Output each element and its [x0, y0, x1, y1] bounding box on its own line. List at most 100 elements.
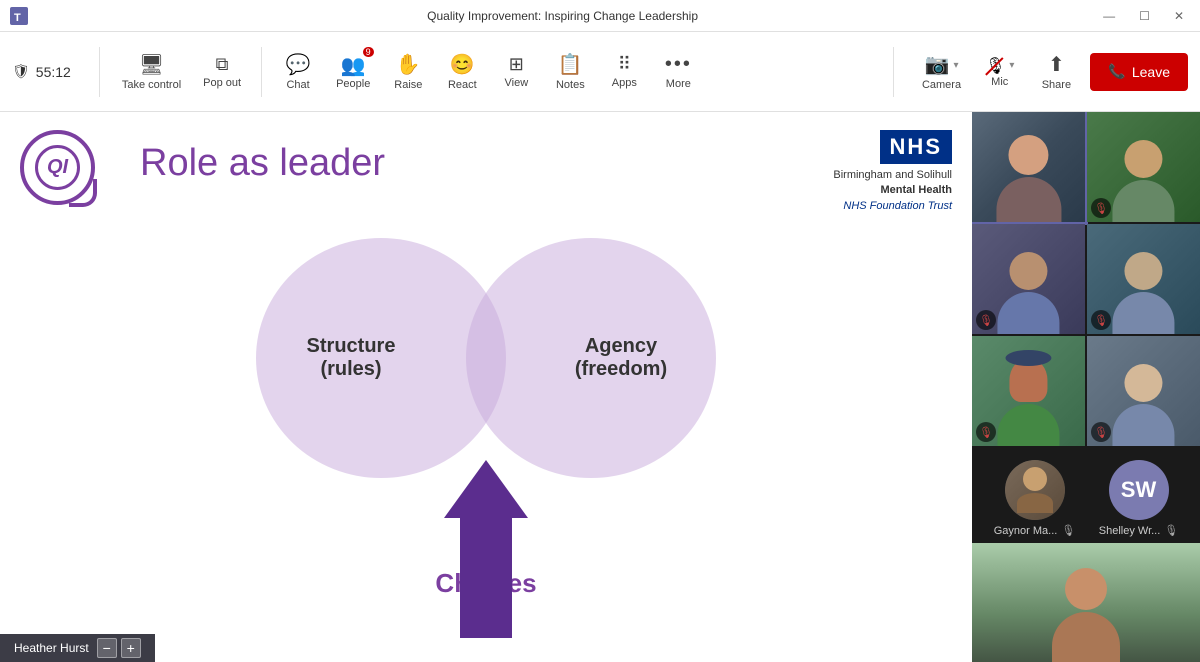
person-silhouette-5 — [989, 353, 1068, 447]
chat-icon: 💬 — [286, 52, 311, 77]
camera-icon: 📷 — [925, 52, 950, 77]
apps-button[interactable]: ⠿ Apps — [598, 48, 650, 95]
bottom-video-tile — [972, 543, 1200, 662]
phone-icon: 📞 — [1108, 63, 1125, 80]
people-icon: 👥 — [341, 55, 366, 77]
video-tile-5: 🎙 — [972, 336, 1085, 446]
person-head-5 — [1010, 358, 1048, 402]
view-button[interactable]: ⊞ View — [490, 48, 542, 95]
notes-button[interactable]: 📋 Notes — [544, 46, 596, 97]
slide-content: QI Role as leader NHS Birmingham and Sol… — [0, 112, 972, 662]
avatar-name-1: Gaynor Ma... — [994, 525, 1058, 537]
svg-text:T: T — [14, 12, 21, 24]
raise-button[interactable]: ✋ Raise — [382, 46, 434, 97]
toolbar: 🛡 55:12 Take control ⧉ Pop out 💬 Chat 👥 … — [0, 32, 1200, 112]
arrow-shaft — [460, 518, 512, 638]
avatar-name-row-1: Gaynor Ma... 🎙 — [994, 524, 1076, 537]
mic-off-badge-6: 🎙 — [1091, 422, 1111, 442]
mic-off-badge-2: 🎙 — [1091, 198, 1111, 218]
share-button[interactable]: ⬆ Share — [1030, 46, 1082, 97]
video-bg-4: 🎙 — [1087, 224, 1200, 334]
avatar-photo-1 — [1005, 460, 1065, 520]
take-control-button[interactable]: Take control — [112, 46, 191, 97]
arrow-head — [444, 460, 528, 518]
mic-icon: 🎙 — [985, 56, 1005, 76]
minimize-button[interactable]: — — [1097, 7, 1121, 25]
toolbar-right: 📷 ▾ Camera 🎙 ▾ Mic ⬆ Share 📞 Leave — [906, 46, 1188, 97]
title-bar-controls: — ☐ ✕ — [1097, 7, 1190, 25]
bottom-person-body — [1052, 612, 1120, 662]
toolbar-divider-2 — [261, 47, 262, 97]
nhs-badge: NHS — [880, 130, 952, 164]
camera-chevron-icon: ▾ — [953, 60, 958, 71]
slide-area: QI Role as leader NHS Birmingham and Sol… — [0, 112, 972, 662]
person-head-1 — [1009, 135, 1049, 175]
person-head-4 — [1125, 252, 1163, 290]
video-tile-1 — [972, 112, 1085, 222]
teams-logo-icon: T — [10, 7, 28, 25]
avatar-face-1 — [1005, 460, 1065, 520]
maximize-button[interactable]: ☐ — [1133, 7, 1156, 25]
qi-circle: QI — [20, 130, 95, 205]
avatar-row: Gaynor Ma... 🎙 SW Shelley Wr... 🎙 — [972, 448, 1200, 541]
people-label: People — [336, 78, 370, 90]
people-badge: 9 — [363, 47, 374, 57]
react-icon: 😊 — [450, 52, 475, 77]
bottom-video-bg — [972, 543, 1200, 662]
notes-icon: 📋 — [558, 52, 583, 77]
venn-diagram: Structure(rules) Agency(freedom) — [30, 195, 942, 642]
avatar-container-2: SW Shelley Wr... 🎙 — [1099, 460, 1179, 537]
slide-title: Role as leader — [140, 142, 942, 185]
bottom-person — [1052, 568, 1120, 662]
agency-label: Agency(freedom) — [575, 335, 667, 381]
pop-out-icon: ⧉ — [216, 54, 229, 75]
share-label: Share — [1042, 79, 1071, 91]
video-grid: 🎙 🎙 — [972, 112, 1200, 446]
mic-icon-2: 🎙 — [1164, 524, 1178, 537]
react-button[interactable]: 😊 React — [436, 46, 488, 97]
nhs-org-line1: Birmingham and Solihull — [833, 168, 952, 183]
bottom-bar: Heather Hurst − + — [0, 634, 155, 662]
window-title: Quality Improvement: Inspiring Change Le… — [28, 9, 1097, 23]
video-tile-3: 🎙 — [972, 224, 1085, 334]
camera-label: Camera — [922, 79, 961, 91]
mic-button[interactable]: 🎙 ▾ Mic — [977, 50, 1022, 94]
toolbar-divider — [99, 47, 100, 97]
share-icon: ⬆ — [1048, 52, 1065, 77]
close-button[interactable]: ✕ — [1168, 7, 1190, 25]
apps-label: Apps — [612, 77, 637, 89]
person-silhouette-4 — [1104, 241, 1183, 335]
react-label: React — [448, 79, 477, 91]
person-silhouette-1 — [989, 129, 1068, 223]
mic-icon-1: 🎙 — [1061, 524, 1075, 537]
video-bg-3: 🎙 — [972, 224, 1085, 334]
video-tile-2: 🎙 — [1087, 112, 1200, 222]
video-bg-5: 🎙 — [972, 336, 1085, 446]
structure-label: Structure(rules) — [307, 335, 396, 381]
title-bar-left: T — [10, 7, 28, 25]
person-body-5 — [998, 404, 1060, 446]
mic-off-badge-4: 🎙 — [1091, 310, 1111, 330]
mic-off-badge-5: 🎙 — [976, 422, 996, 442]
people-button[interactable]: 👥 9 People — [326, 47, 380, 96]
leave-button[interactable]: 📞 Leave — [1090, 53, 1188, 91]
take-control-icon — [139, 52, 164, 77]
more-button[interactable]: ••• More — [652, 47, 704, 96]
right-panel: 🎙 🎙 — [972, 112, 1200, 662]
arrow-container — [444, 460, 528, 638]
take-control-label: Take control — [122, 79, 181, 91]
person-head-6 — [1125, 364, 1163, 402]
pop-out-button[interactable]: ⧉ Pop out — [193, 48, 251, 95]
toolbar-items: Take control ⧉ Pop out 💬 Chat 👥 9 People… — [112, 46, 881, 97]
avatar-name-2: Shelley Wr... — [1099, 525, 1161, 537]
camera-button[interactable]: 📷 ▾ Camera — [914, 46, 969, 97]
zoom-in-button[interactable]: + — [121, 638, 141, 658]
zoom-out-button[interactable]: − — [97, 638, 117, 658]
avatar-initials-text-2: SW — [1121, 477, 1156, 503]
bottom-name: Heather Hurst — [14, 641, 89, 655]
agency-circle: Agency(freedom) — [466, 238, 716, 478]
bottom-person-head — [1065, 568, 1107, 610]
chat-button[interactable]: 💬 Chat — [272, 46, 324, 97]
mic-chevron-icon: ▾ — [1009, 60, 1014, 71]
toolbar-divider-3 — [893, 47, 894, 97]
